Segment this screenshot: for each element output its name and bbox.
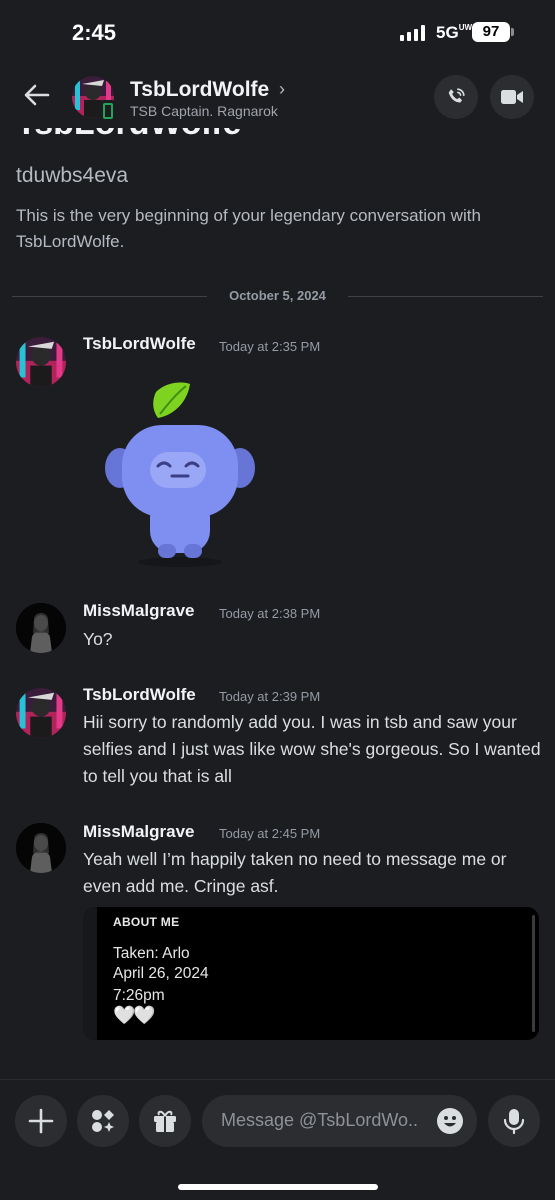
intro-description: This is the very beginning of your legen… <box>16 206 481 251</box>
apps-button[interactable] <box>77 1095 129 1147</box>
battery-icon: 97 <box>472 22 510 42</box>
avatar[interactable] <box>16 603 66 653</box>
message-text: Hii sorry to randomly add you. I was in … <box>83 712 541 786</box>
avatar[interactable] <box>16 688 66 738</box>
message-text: Yo? <box>83 629 113 649</box>
embed-scrollbar[interactable] <box>532 915 535 1032</box>
network-label: 5GUW <box>436 23 473 42</box>
phone-icon <box>448 88 465 103</box>
message-composer: Message @TsbLordWo.. <box>0 1079 555 1200</box>
mobile-status-icon <box>100 100 116 122</box>
message-author[interactable]: MissMalgrave <box>83 822 195 842</box>
plus-icon <box>28 1108 54 1134</box>
message-author[interactable]: TsbLordWolfe <box>83 334 196 354</box>
avatar[interactable] <box>16 337 66 387</box>
message-author[interactable]: TsbLordWolfe <box>83 685 196 705</box>
profile-embed[interactable]: ABOUT ME Taken: Arlo April 26, 2024 7:26… <box>83 907 539 1040</box>
back-arrow-icon[interactable] <box>22 80 52 110</box>
battery-tip <box>511 28 514 36</box>
video-icon <box>501 90 523 104</box>
message-input[interactable]: Message @TsbLordWo.. <box>202 1095 477 1147</box>
status-bar: 2:45 5GUW 97 <box>0 0 555 66</box>
video-call-button[interactable] <box>490 75 534 119</box>
embed-edge <box>83 907 97 1040</box>
voice-message-button[interactable] <box>488 1095 540 1147</box>
message-input-placeholder: Message @TsbLordWo.. <box>221 1110 419 1130</box>
embed-line: Taken: Arlo <box>113 945 190 962</box>
message-timestamp: Today at 2:45 PM <box>219 826 321 841</box>
header-name[interactable]: TsbLordWolfe <box>130 78 269 102</box>
message-timestamp: Today at 2:38 PM <box>219 606 321 621</box>
message-author[interactable]: MissMalgrave <box>83 601 195 621</box>
chat-header: TsbLordWolfe › TSB Captain. Ragnarok <box>0 66 555 128</box>
gift-icon <box>154 1110 176 1132</box>
emoji-icon[interactable] <box>436 1107 464 1135</box>
gift-button[interactable] <box>139 1095 191 1147</box>
apps-icon <box>92 1110 114 1132</box>
message-timestamp: Today at 2:39 PM <box>219 689 321 704</box>
home-indicator[interactable] <box>178 1184 378 1190</box>
voice-call-button[interactable] <box>434 75 478 119</box>
header-subtitle: TSB Captain. Ragnarok <box>130 103 278 119</box>
chevron-right-icon[interactable]: › <box>279 79 285 100</box>
add-attachment-button[interactable] <box>15 1095 67 1147</box>
white-hearts-emoji: 🤍🤍 <box>113 1005 156 1025</box>
microphone-icon <box>503 1109 525 1135</box>
embed-line: April 26, 2024 <box>113 965 209 982</box>
wumpus-sticker[interactable] <box>100 380 260 570</box>
status-time: 2:45 <box>72 20 117 45</box>
avatar[interactable] <box>16 823 66 873</box>
message-text: Yeah well I’m happily taken no need to m… <box>83 849 507 896</box>
embed-title: ABOUT ME <box>113 915 180 929</box>
signal-icon <box>400 25 425 41</box>
embed-line: 7:26pm <box>113 987 165 1004</box>
message-timestamp: Today at 2:35 PM <box>219 339 321 354</box>
intro-username: tduwbs4eva <box>16 164 129 187</box>
date-divider: October 5, 2024 <box>12 286 543 306</box>
